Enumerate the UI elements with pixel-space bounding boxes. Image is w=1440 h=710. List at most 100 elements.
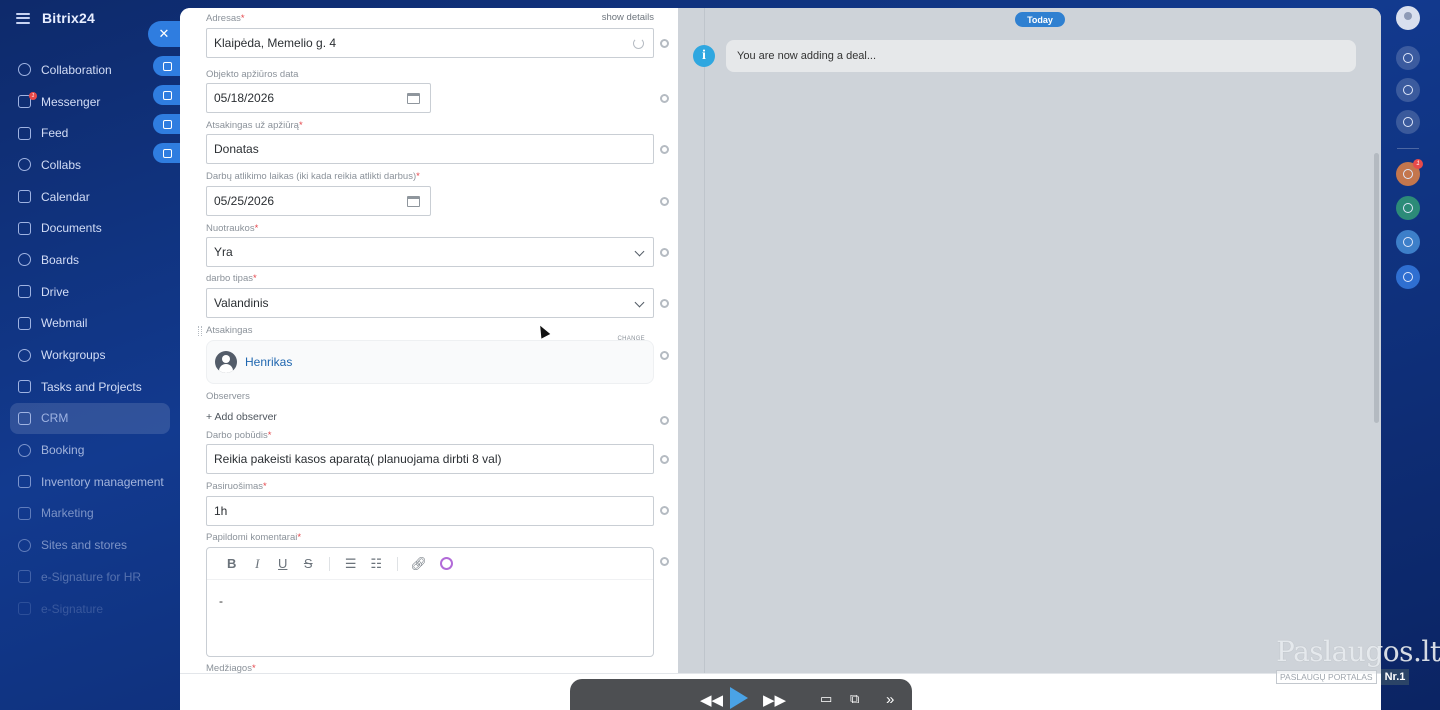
inspection-responsible-input[interactable]: Donatas bbox=[206, 134, 654, 164]
sidebar-item-documents[interactable]: Documents bbox=[10, 212, 170, 244]
sidebar-item-sites-and-stores[interactable]: Sites and stores bbox=[10, 529, 170, 561]
comments-text[interactable]: - bbox=[207, 580, 653, 608]
sidebar-item-crm[interactable]: CRM bbox=[10, 402, 170, 435]
sidebar-item-feed[interactable]: Feed bbox=[10, 117, 170, 149]
external-link-icon bbox=[162, 119, 172, 129]
inspection-responsible-value: Donatas bbox=[214, 142, 259, 156]
toolbar-divider bbox=[397, 556, 398, 571]
notifications-button[interactable] bbox=[1396, 46, 1420, 70]
field-settings-icon[interactable] bbox=[660, 248, 669, 257]
work-type-value: Valandinis bbox=[214, 296, 269, 310]
open-lines-button[interactable] bbox=[1396, 230, 1420, 254]
booking-icon bbox=[18, 443, 31, 457]
esignature-hr-icon bbox=[18, 570, 31, 584]
bookmarks-button[interactable] bbox=[1396, 265, 1420, 289]
work-type-label: darbo tipas* bbox=[206, 273, 257, 284]
sidebar-item-webmail[interactable]: Webmail bbox=[10, 308, 170, 340]
work-type-select[interactable]: Valandinis bbox=[206, 288, 654, 318]
group-icon bbox=[1403, 203, 1413, 213]
user-avatar-button[interactable] bbox=[1396, 6, 1420, 30]
deal-slider-panel: Adresas* show details Klaipėda, Memelio … bbox=[180, 8, 1381, 710]
field-settings-icon[interactable] bbox=[660, 351, 669, 360]
field-settings-icon[interactable] bbox=[660, 506, 669, 515]
preparation-value: 1h bbox=[214, 504, 228, 518]
sidebar-item-booking[interactable]: Booking bbox=[10, 434, 170, 466]
close-slider-button[interactable]: ✕ bbox=[148, 21, 182, 47]
rewind-icon[interactable]: ◀◀ bbox=[700, 691, 723, 709]
open-new-window-button[interactable] bbox=[153, 114, 181, 134]
bulleted-list-icon[interactable]: ☷ bbox=[364, 556, 390, 572]
comments-editor[interactable]: B I U S ☰ ☷ 🔗︎ - bbox=[206, 547, 654, 657]
copilot-icon bbox=[1403, 85, 1413, 95]
sidebar-item-calendar[interactable]: Calendar bbox=[10, 181, 170, 213]
field-settings-icon[interactable] bbox=[660, 94, 669, 103]
sidebar-item-label: Messenger bbox=[41, 94, 101, 109]
sidebar-item-workgroups[interactable]: Workgroups bbox=[10, 339, 170, 371]
show-details-link[interactable]: show details bbox=[602, 12, 654, 23]
underline-icon[interactable]: U bbox=[270, 556, 296, 571]
scrollbar[interactable] bbox=[1374, 153, 1379, 423]
sidebar-item-messenger[interactable]: 1 Messenger bbox=[10, 86, 170, 118]
sidebar-item-label: e-Signature for HR bbox=[41, 569, 142, 584]
airplay-icon[interactable]: ▭ bbox=[820, 691, 832, 707]
bell-icon bbox=[1403, 53, 1413, 63]
preparation-input[interactable]: 1h bbox=[206, 496, 654, 526]
change-responsible-button[interactable]: CHANGE bbox=[618, 336, 645, 342]
numbered-list-icon[interactable]: ☰ bbox=[338, 556, 364, 572]
copy-link-button[interactable] bbox=[153, 56, 181, 76]
field-settings-icon[interactable] bbox=[660, 145, 669, 154]
feed-icon bbox=[18, 126, 31, 140]
chat-contact-button[interactable]: 1 bbox=[1396, 159, 1423, 186]
print-button[interactable] bbox=[153, 143, 181, 163]
italic-icon[interactable]: I bbox=[245, 556, 271, 572]
sidebar-item-inventory-management[interactable]: Inventory management bbox=[10, 466, 170, 498]
field-settings-icon[interactable] bbox=[660, 39, 669, 48]
sidebar-item-drive[interactable]: Drive bbox=[10, 276, 170, 308]
menu-icon[interactable] bbox=[16, 12, 30, 24]
sidebar-item-tasks-and-projects[interactable]: Tasks and Projects bbox=[10, 371, 170, 403]
drag-handle-icon[interactable] bbox=[198, 326, 202, 336]
esignature-icon bbox=[18, 602, 31, 616]
field-settings-icon[interactable] bbox=[660, 299, 669, 308]
work-nature-label: Darbo pobūdis* bbox=[206, 430, 272, 441]
play-icon[interactable] bbox=[730, 687, 748, 709]
calendar-icon[interactable] bbox=[407, 93, 420, 104]
mouse-cursor bbox=[535, 323, 551, 339]
more-icon[interactable]: » bbox=[886, 691, 894, 708]
sidebar-item-e-signature[interactable]: e-Signature bbox=[10, 593, 170, 625]
inspection-date-label: Objekto apžiūros data bbox=[206, 69, 299, 80]
field-settings-icon[interactable] bbox=[660, 557, 669, 566]
group-chat-button[interactable] bbox=[1396, 196, 1420, 220]
photos-select[interactable]: Yra bbox=[206, 237, 654, 267]
bold-icon[interactable]: B bbox=[219, 556, 245, 571]
comments-label: Papildomi komentarai* bbox=[206, 532, 302, 543]
inspection-date-input[interactable]: 05/18/2026 bbox=[206, 83, 431, 113]
inspection-responsible-label: Atsakingas už apžiūrą* bbox=[206, 120, 303, 131]
minimize-button[interactable] bbox=[153, 85, 181, 105]
strikethrough-icon[interactable]: S bbox=[296, 556, 322, 571]
copilot-button[interactable] bbox=[1396, 78, 1420, 102]
address-input[interactable]: Klaipėda, Memelio g. 4 bbox=[206, 28, 654, 58]
field-settings-icon[interactable] bbox=[660, 197, 669, 206]
sidebar-item-e-signature-for-hr[interactable]: e-Signature for HR bbox=[10, 561, 170, 593]
search-icon bbox=[1403, 117, 1413, 127]
deadline-value: 05/25/2026 bbox=[214, 194, 275, 208]
search-button[interactable] bbox=[1396, 110, 1420, 134]
work-nature-input[interactable]: Reikia pakeisti kasos aparatą( planuojam… bbox=[206, 444, 654, 474]
sidebar-item-collaboration[interactable]: Collaboration bbox=[10, 54, 170, 86]
field-settings-icon[interactable] bbox=[660, 416, 669, 425]
calendar-icon[interactable] bbox=[407, 196, 420, 207]
responsible-name[interactable]: Henrikas bbox=[245, 355, 292, 369]
link-icon[interactable]: 🔗︎ bbox=[406, 556, 432, 572]
deadline-input[interactable]: 05/25/2026 bbox=[206, 186, 431, 216]
app-logo[interactable]: Bitrix24 bbox=[42, 10, 95, 26]
sidebar-item-marketing[interactable]: Marketing bbox=[10, 498, 170, 530]
field-settings-icon[interactable] bbox=[660, 455, 669, 464]
fast-forward-icon[interactable]: ▶▶ bbox=[763, 691, 786, 709]
sidebar-item-boards[interactable]: Boards bbox=[10, 244, 170, 276]
picture-in-picture-icon[interactable]: ⧉ bbox=[850, 691, 859, 707]
add-observer-link[interactable]: + Add observer bbox=[206, 411, 277, 423]
sidebar-item-collabs[interactable]: Collabs bbox=[10, 149, 170, 181]
copilot-icon[interactable] bbox=[439, 557, 453, 570]
sidebar-item-label: Sites and stores bbox=[41, 538, 128, 553]
